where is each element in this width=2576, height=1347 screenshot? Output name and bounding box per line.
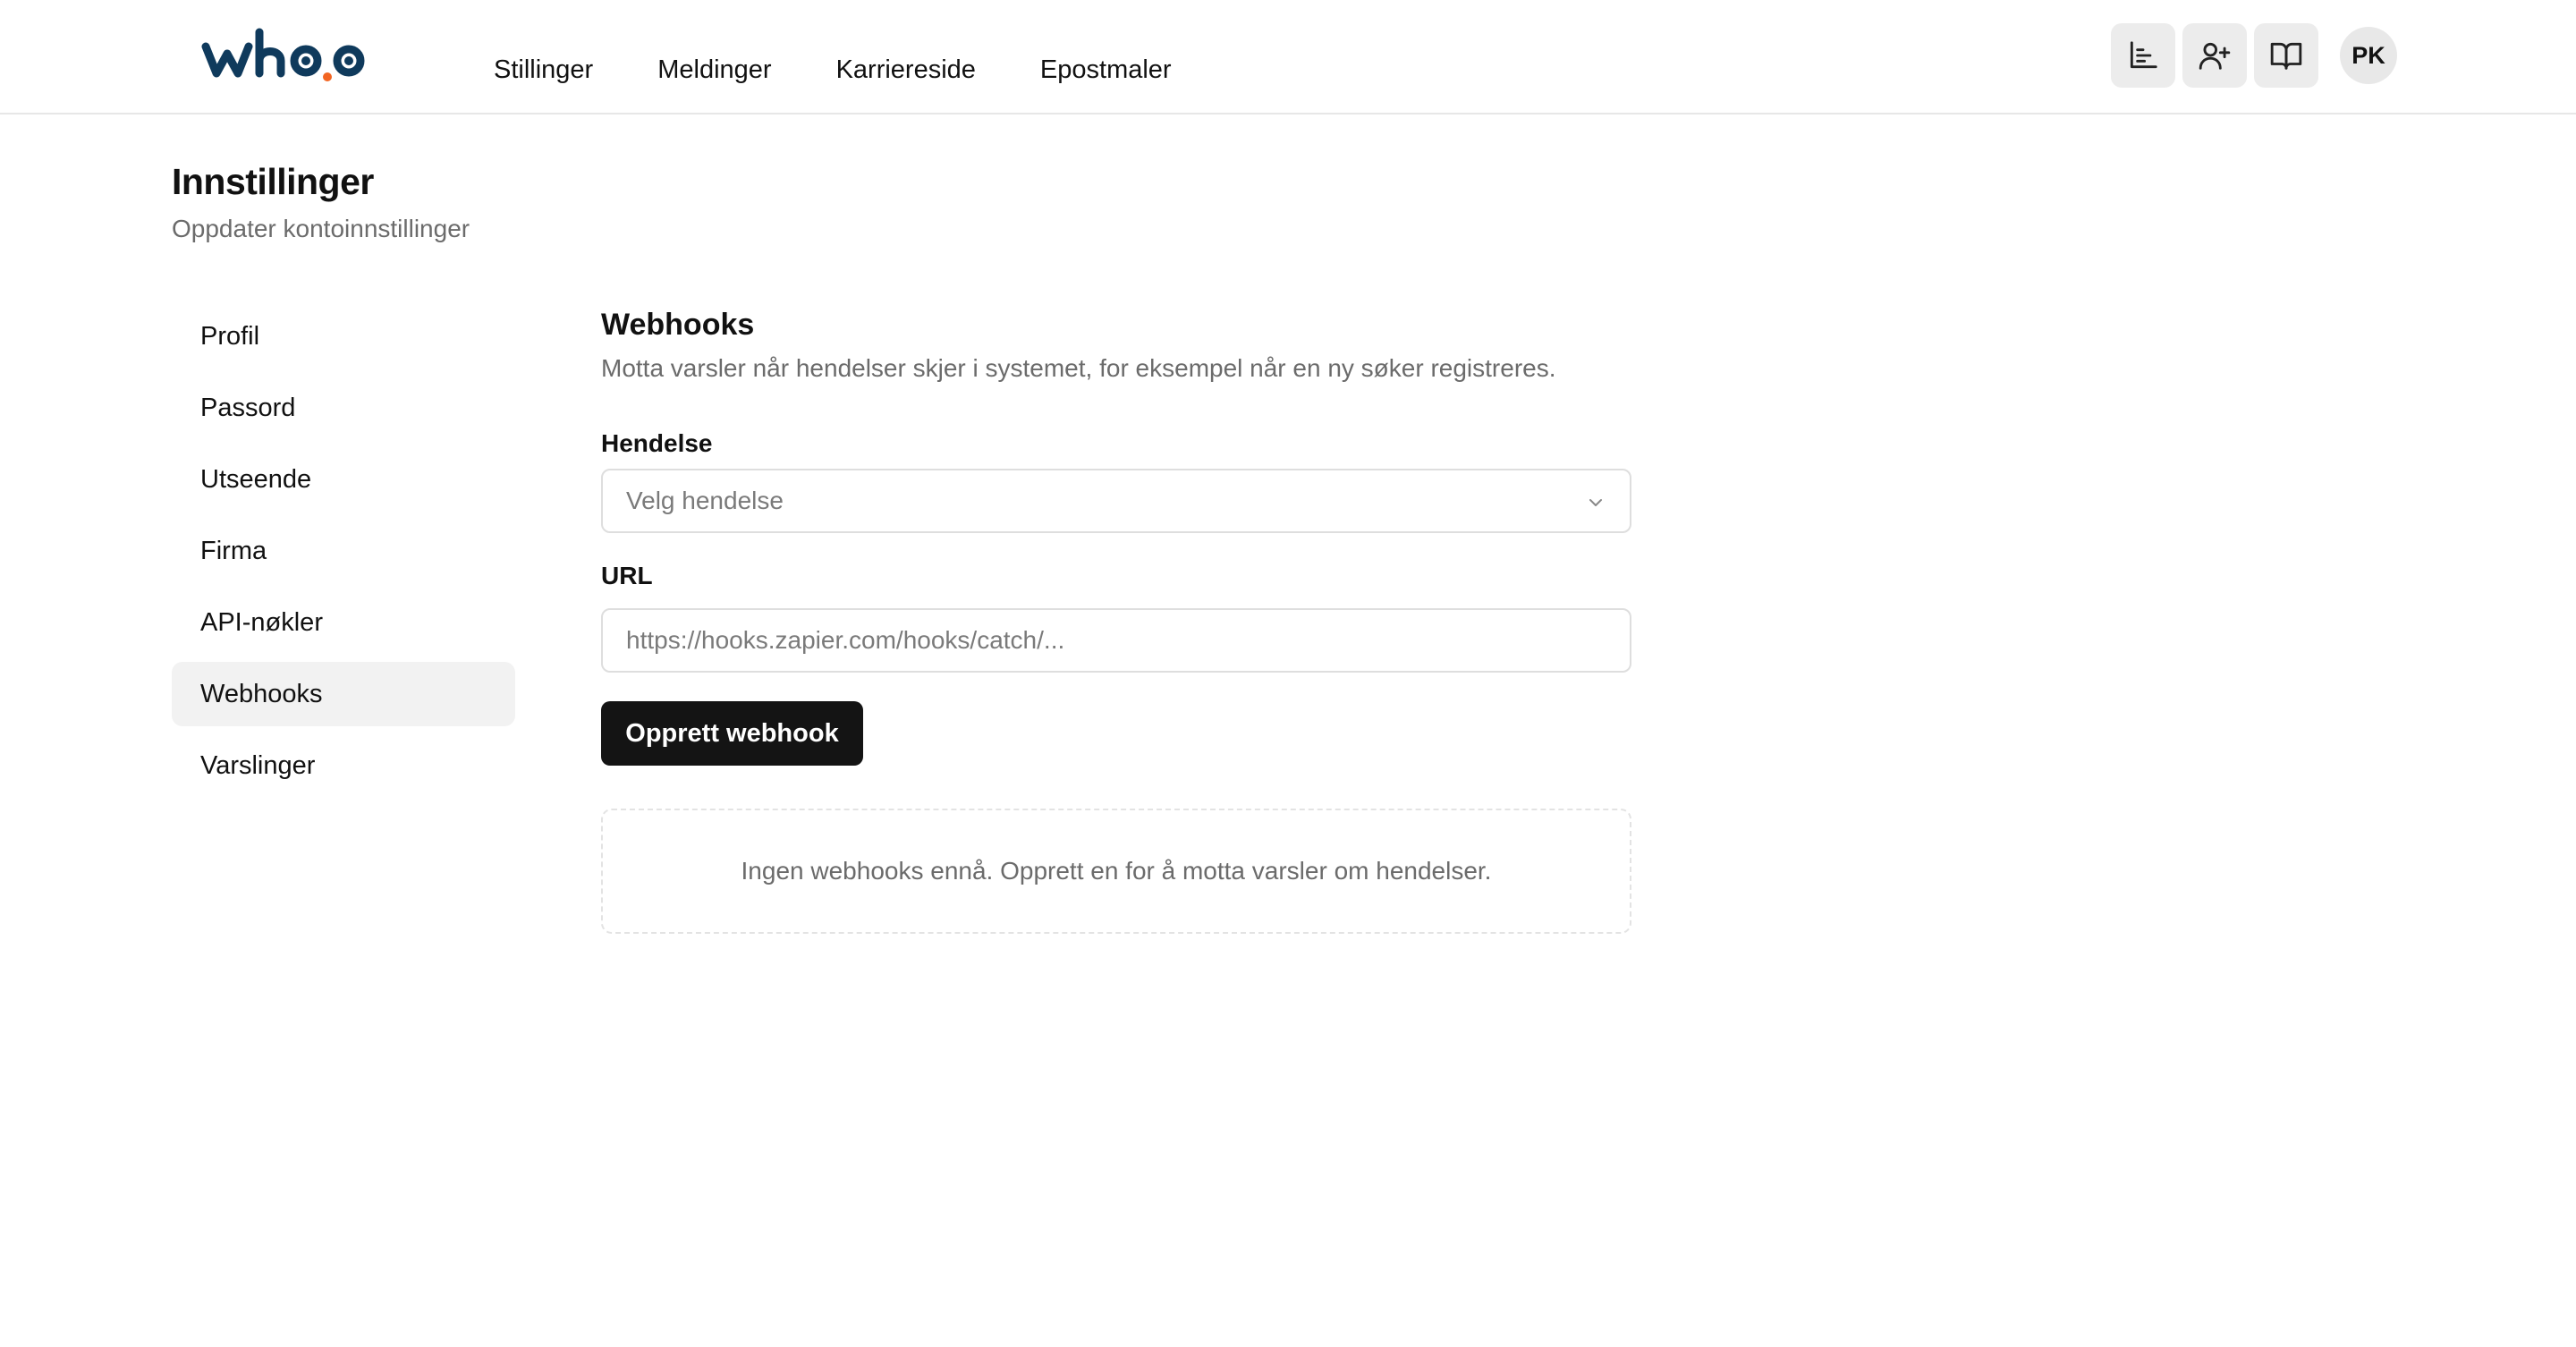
url-input[interactable] bbox=[601, 608, 1631, 673]
url-label: URL bbox=[601, 562, 653, 589]
event-select[interactable]: Velg hendelse bbox=[601, 469, 1631, 533]
section-description: Motta varsler når hendelser skjer i syst… bbox=[601, 354, 1556, 382]
nav-epostmaler[interactable]: Epostmaler bbox=[1040, 52, 1172, 88]
top-navigation-bar: whoo Stillinger Meldinger Karriereside E… bbox=[0, 0, 2576, 114]
event-label: Hendelse bbox=[601, 429, 713, 457]
section-title: Webhooks bbox=[601, 308, 755, 342]
event-select-placeholder: Velg hendelse bbox=[626, 487, 784, 514]
settings-sidebar: Profil Passord Utseende Firma API-nøkler… bbox=[172, 304, 515, 805]
statistics-button[interactable] bbox=[2111, 23, 2175, 88]
sidebar-item-profil[interactable]: Profil bbox=[172, 304, 515, 369]
sidebar-item-passord[interactable]: Passord bbox=[172, 376, 515, 440]
create-webhook-button[interactable]: Opprett webhook bbox=[601, 701, 863, 766]
sidebar-item-firma[interactable]: Firma bbox=[172, 519, 515, 583]
documentation-button[interactable] bbox=[2254, 23, 2318, 88]
nav-karriereside[interactable]: Karriereside bbox=[836, 52, 976, 88]
user-plus-icon bbox=[2199, 42, 2231, 70]
sidebar-item-api-nokler[interactable]: API-nøkler bbox=[172, 590, 515, 655]
chevron-down-icon bbox=[1589, 499, 1602, 506]
page-subtitle: Oppdater kontoinnstillinger bbox=[172, 215, 470, 242]
book-open-icon bbox=[2270, 42, 2302, 70]
whoo-logo[interactable]: whoo bbox=[200, 27, 376, 84]
empty-webhooks-message: Ingen webhooks ennå. Opprett en for å mo… bbox=[601, 809, 1631, 934]
invite-user-button[interactable] bbox=[2182, 23, 2247, 88]
nav-stillinger[interactable]: Stillinger bbox=[494, 52, 593, 88]
page-title: Innstillinger bbox=[172, 161, 374, 202]
main-nav: Stillinger Meldinger Karriereside Epostm… bbox=[494, 52, 1172, 88]
user-avatar[interactable]: PK bbox=[2340, 27, 2397, 84]
sidebar-item-webhooks[interactable]: Webhooks bbox=[172, 662, 515, 726]
nav-meldinger[interactable]: Meldinger bbox=[657, 52, 771, 88]
sidebar-item-utseende[interactable]: Utseende bbox=[172, 447, 515, 512]
bar-chart-icon bbox=[2130, 41, 2157, 69]
sidebar-item-varslinger[interactable]: Varslinger bbox=[172, 733, 515, 798]
